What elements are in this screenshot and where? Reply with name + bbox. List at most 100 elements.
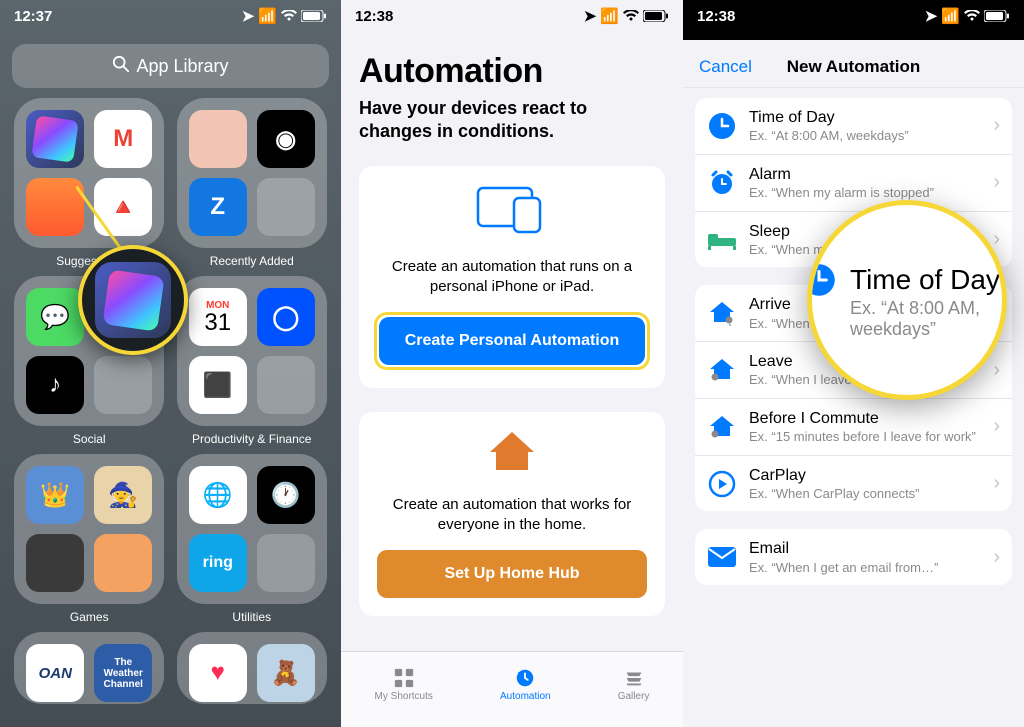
create-personal-automation-button[interactable]: Create Personal Automation xyxy=(379,317,645,365)
wifi-icon xyxy=(623,10,639,22)
app-icon-chrome[interactable]: 🌐 xyxy=(189,466,247,524)
trigger-row-alarm[interactable]: AlarmEx. “When my alarm is stopped” › xyxy=(695,155,1012,212)
trigger-subtitle: Ex. “When my alarm is stopped” xyxy=(749,185,981,201)
folder-label: Games xyxy=(14,610,164,624)
folder-games[interactable]: 👑 🧙 Games xyxy=(14,454,164,624)
trigger-subtitle: Ex. “15 minutes before I leave for work” xyxy=(749,429,981,445)
app-icon-game[interactable] xyxy=(94,534,152,592)
folder-productivity[interactable]: MON31 ◯ ⬛ Productivity & Finance xyxy=(177,276,327,446)
folder-label: Social xyxy=(14,432,164,446)
app-icon-generic[interactable]: 🔺 xyxy=(94,178,152,236)
arrive-icon xyxy=(707,298,737,328)
folder-label: Utilities xyxy=(177,610,327,624)
app-icon-weather[interactable]: TheWeatherChannel xyxy=(94,644,152,702)
trigger-row-commute[interactable]: Before I CommuteEx. “15 minutes before I… xyxy=(695,399,1012,456)
app-icon-generic[interactable] xyxy=(189,110,247,168)
leave-icon xyxy=(707,355,737,385)
tab-my-shortcuts[interactable]: My Shortcuts xyxy=(375,667,433,702)
trigger-title: Alarm xyxy=(749,165,981,184)
status-bar-backdrop: 12:38 ➤ 📶 xyxy=(683,0,1024,40)
location-arrow-icon: ➤ xyxy=(925,7,938,25)
app-icon-clock[interactable]: 🕐 xyxy=(257,466,315,524)
chevron-right-icon: › xyxy=(993,114,1000,137)
app-icon-generic[interactable]: 🧸 xyxy=(257,644,315,702)
search-field[interactable]: App Library xyxy=(12,44,329,88)
app-icon-tiktok[interactable]: ♪ xyxy=(26,356,84,414)
signal-icon: 📶 xyxy=(941,7,960,25)
callout-title: Time of Day xyxy=(850,263,1002,297)
chevron-right-icon: › xyxy=(993,472,1000,495)
tab-label: My Shortcuts xyxy=(375,691,433,702)
trigger-subtitle: Ex. “When CarPlay connects” xyxy=(749,486,981,502)
chevron-right-icon: › xyxy=(993,415,1000,438)
folder-more-icon[interactable] xyxy=(257,356,315,414)
nav-title: New Automation xyxy=(787,57,920,77)
status-time: 12:38 xyxy=(697,8,735,25)
app-icon-generic[interactable] xyxy=(26,178,84,236)
trigger-row-email[interactable]: EmailEx. “When I get an email from…” › xyxy=(695,529,1012,585)
folder-suggestions[interactable]: M 🔺 Suggestions xyxy=(14,98,164,268)
app-icon-messages[interactable]: 💬 xyxy=(26,288,84,346)
personal-card-text: Create an automation that runs on a pers… xyxy=(377,257,647,296)
app-icon-shortcuts[interactable] xyxy=(26,110,84,168)
highlight-ring: Create Personal Automation xyxy=(374,312,650,370)
status-time: 12:38 xyxy=(355,8,393,25)
battery-icon xyxy=(643,10,669,22)
home-icon xyxy=(377,430,647,477)
folder-news[interactable]: OAN TheWeatherChannel xyxy=(14,632,164,704)
folder-label: Recently Added xyxy=(177,254,327,268)
status-bar: 12:38 ➤ 📶 xyxy=(683,0,1024,28)
app-icon-calendar[interactable]: MON31 xyxy=(189,288,247,346)
app-icon-coinbase[interactable]: ◯ xyxy=(257,288,315,346)
tab-gallery[interactable]: Gallery xyxy=(618,667,650,702)
gallery-icon xyxy=(621,667,647,689)
signal-icon: 📶 xyxy=(600,7,619,25)
cancel-button[interactable]: Cancel xyxy=(699,57,752,77)
chevron-right-icon: › xyxy=(993,546,1000,569)
app-icon-health[interactable]: ♥ xyxy=(189,644,247,702)
app-icon-game[interactable]: 👑 xyxy=(26,466,84,524)
app-icon-gmail[interactable]: M xyxy=(94,110,152,168)
home-automation-card: Create an automation that works for ever… xyxy=(359,412,665,616)
app-icon-generic[interactable]: ⬛ xyxy=(189,356,247,414)
folder-more-icon[interactable] xyxy=(257,178,315,236)
app-icon-zillow[interactable]: Z xyxy=(189,178,247,236)
status-bar: 12:37 ➤ 📶 xyxy=(0,0,341,28)
trigger-title: Time of Day xyxy=(749,108,981,127)
app-icon-game[interactable]: 🧙 xyxy=(94,466,152,524)
search-label: App Library xyxy=(136,56,228,77)
location-arrow-icon: ➤ xyxy=(242,7,255,25)
trigger-row-carplay[interactable]: CarPlayEx. “When CarPlay connects” › xyxy=(695,456,1012,512)
battery-icon xyxy=(301,10,327,22)
carplay-icon xyxy=(707,469,737,499)
page-title: Automation xyxy=(359,52,665,91)
grid-icon xyxy=(391,667,417,689)
set-up-home-hub-button[interactable]: Set Up Home Hub xyxy=(377,550,647,598)
folder-recently-added[interactable]: ◉ Z Recently Added xyxy=(177,98,327,268)
clock-icon xyxy=(807,263,836,297)
app-icon-ring[interactable]: ring xyxy=(189,534,247,592)
location-arrow-icon: ➤ xyxy=(584,7,597,25)
clock-icon xyxy=(707,111,737,141)
commute-icon xyxy=(707,412,737,442)
tab-label: Automation xyxy=(500,691,551,702)
folder-health[interactable]: ♥ 🧸 xyxy=(177,632,327,704)
app-icon-generic[interactable]: ◉ xyxy=(257,110,315,168)
chevron-right-icon: › xyxy=(993,228,1000,251)
trigger-title: Before I Commute xyxy=(749,409,981,428)
wifi-icon xyxy=(964,10,980,22)
chevron-right-icon: › xyxy=(993,359,1000,382)
trigger-title: CarPlay xyxy=(749,466,981,485)
tab-automation[interactable]: Automation xyxy=(500,667,551,702)
folder-more-icon[interactable] xyxy=(94,356,152,414)
folder-more-icon[interactable] xyxy=(257,534,315,592)
status-time: 12:37 xyxy=(14,8,52,25)
trigger-row-time-of-day[interactable]: Time of DayEx. “At 8:00 AM, weekdays” › xyxy=(695,98,1012,155)
app-icon-game[interactable] xyxy=(26,534,84,592)
trigger-group-communication: EmailEx. “When I get an email from…” › xyxy=(695,529,1012,585)
alarm-icon xyxy=(707,168,737,198)
wifi-icon xyxy=(281,10,297,22)
app-icon-oan[interactable]: OAN xyxy=(26,644,84,702)
tab-label: Gallery xyxy=(618,691,650,702)
folder-utilities[interactable]: 🌐 🕐 ring Utilities xyxy=(177,454,327,624)
